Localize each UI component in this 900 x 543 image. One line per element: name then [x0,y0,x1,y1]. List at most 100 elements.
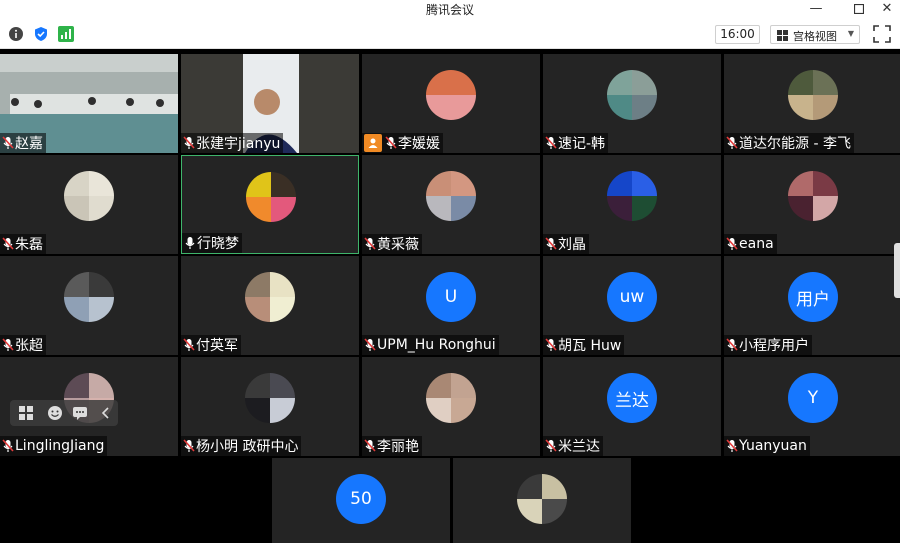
emoji-icon[interactable] [47,405,63,421]
mic-muted-icon [545,338,557,351]
mic-muted-icon [364,338,376,351]
participant-name-tag: 张超 [0,335,46,355]
participant-name-tag: 小程序用户 [724,335,812,355]
participant-avatar [788,70,838,120]
participant-tile[interactable]: Y Yuanyuan [724,357,900,456]
participant-name-tag: 米兰达 [543,436,603,456]
participant-tile[interactable] [453,458,631,543]
chat-icon[interactable] [72,405,88,421]
mic-muted-icon [2,439,14,452]
participant-name: 杨小明 政研中心 [196,439,299,455]
participant-name: UPM_Hu Ronghui [377,337,496,353]
chevron-down-icon: ▼ [847,29,854,38]
participant-avatar [64,272,114,322]
participant-name-tag: 李丽艳 [362,436,422,456]
grid-view-icon [777,30,788,41]
participant-name-tag: 付英军 [181,335,241,355]
mic-muted-icon [364,439,376,452]
mic-muted-icon [545,439,557,452]
floating-controls[interactable] [10,400,118,426]
signal-icon[interactable] [58,26,74,42]
participant-tile[interactable]: 杨小明 政研中心 [181,357,359,456]
participant-avatar [64,171,114,221]
participant-tile[interactable]: 刘晶 [543,155,721,254]
participant-name: LinglingJiang [15,438,105,454]
participant-initial-avatar: U [426,272,476,322]
participant-tile[interactable]: 赵嘉 [0,54,178,153]
participant-name: eana [739,236,774,252]
participant-name: 李媛媛 [398,136,440,152]
participant-name: 胡瓦 Huw [558,338,622,354]
participant-name-tag: 道达尔能源 - 李飞 [724,133,854,153]
apps-icon[interactable] [18,405,34,421]
participant-avatar [517,474,567,524]
shield-icon[interactable] [33,26,49,42]
participant-tile[interactable]: 道达尔能源 - 李飞 [724,54,900,153]
mic-muted-icon [183,439,195,452]
participant-name: 张建宇jianyu [196,136,281,152]
participant-tile[interactable]: 李丽艳 [362,357,540,456]
mic-muted-icon [183,136,195,149]
participant-initial-avatar: 用户 [788,272,838,322]
participant-name: 米兰达 [558,439,600,455]
mic-muted-icon [2,338,14,351]
participant-avatar [245,373,295,423]
mic-muted-icon [726,237,738,250]
participant-tile[interactable]: 朱磊 [0,155,178,254]
mic-muted-icon [726,136,738,149]
participant-name-tag: UPM_Hu Ronghui [362,335,499,355]
participant-name: 付英军 [196,338,238,354]
participant-avatar [788,171,838,221]
side-panel-handle[interactable] [894,243,900,298]
participant-tile[interactable]: eana [724,155,900,254]
participant-avatar [245,272,295,322]
participant-tile[interactable]: 用户小程序用户 [724,256,900,355]
participant-tile[interactable]: 张建宇jianyu [181,54,359,153]
mic-muted-icon [545,237,557,250]
mic-muted-icon [183,338,195,351]
participant-tile[interactable]: 速记-韩 [543,54,721,153]
fullscreen-icon[interactable] [873,25,891,43]
participant-name: 黄采薇 [377,237,419,253]
close-icon[interactable]: ✕ [875,0,899,18]
mic-muted-icon [364,237,376,250]
participant-avatar [607,171,657,221]
participant-tile[interactable]: 黄采薇 [362,155,540,254]
participant-tile[interactable]: uw 胡瓦 Huw [543,256,721,355]
mic-muted-icon [2,237,14,250]
participant-tile[interactable]: 李媛媛 [362,54,540,153]
participant-name-tag: 行晓梦 [182,233,242,253]
participant-tile[interactable]: 兰达 米兰达 [543,357,721,456]
window-title: 腾讯会议 [425,3,474,17]
participant-tile[interactable]: 50 [272,458,450,543]
participant-name-tag: 胡瓦 Huw [543,335,625,355]
participant-name-tag: 赵嘉 [0,133,46,153]
participant-name: 朱磊 [15,237,43,253]
participant-name-tag: 李媛媛 [362,133,443,153]
participant-name-tag: Yuanyuan [724,436,810,456]
meeting-clock: 16:00 [715,25,760,44]
info-icon[interactable] [8,26,24,42]
maximize-icon[interactable] [847,0,871,18]
mic-muted-icon [385,136,397,149]
participant-name-tag: 张建宇jianyu [181,133,284,153]
host-icon [364,134,382,152]
participant-name-tag: LinglingJiang [0,436,108,456]
participant-tile[interactable]: 付英军 [181,256,359,355]
chevron-left-icon[interactable] [98,405,114,421]
participant-tile[interactable]: 张超 [0,256,178,355]
participant-name: 刘晶 [558,237,586,253]
participant-tile[interactable]: 行晓梦 [181,155,359,254]
participant-avatar [426,70,476,120]
minimize-icon[interactable]: — [804,0,828,18]
participant-name: 速记-韩 [558,136,606,152]
view-mode-dropdown[interactable]: 宫格视图 ▼ [770,25,860,44]
participant-initial-avatar: 兰达 [607,373,657,423]
participant-name-tag: 刘晶 [543,234,589,254]
participant-tile[interactable]: U UPM_Hu Ronghui [362,256,540,355]
participant-avatar [607,70,657,120]
mic-icon [185,237,195,249]
participant-name-tag: 朱磊 [0,234,46,254]
participant-name-tag: 速记-韩 [543,133,609,153]
participant-name: Yuanyuan [739,438,807,454]
